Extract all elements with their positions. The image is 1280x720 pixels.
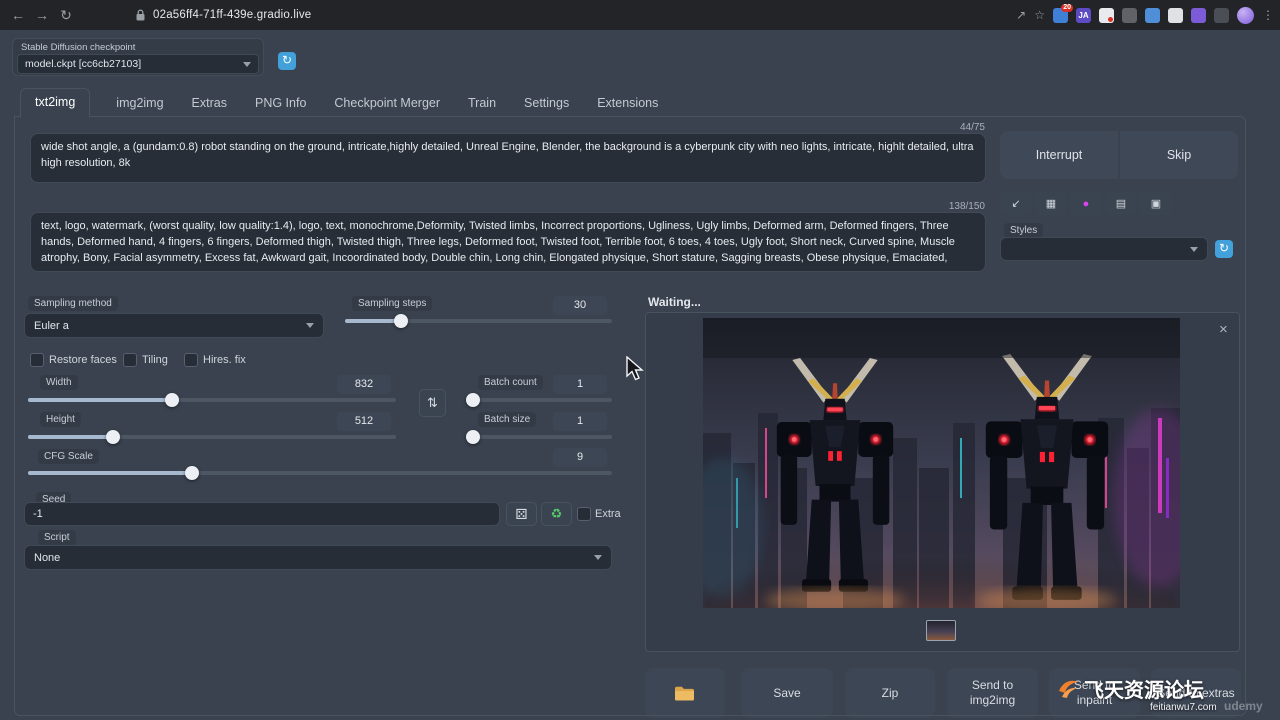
share-icon[interactable]: ↗ <box>1016 8 1026 22</box>
bookmark-star-icon[interactable]: ☆ <box>1034 8 1045 22</box>
ext-white-icon[interactable] <box>1168 8 1183 23</box>
watermark-corner: udemy <box>1224 699 1263 713</box>
ext-translate-icon[interactable]: 20 <box>1053 8 1068 23</box>
txt2img-panel <box>14 116 1246 716</box>
refresh-icon[interactable]: ↻ <box>54 7 78 24</box>
profile-avatar[interactable] <box>1237 7 1254 24</box>
back-icon[interactable]: ← <box>6 7 30 23</box>
checkpoint-dropdown[interactable]: model.ckpt [cc6cb27103] <box>17 54 259 74</box>
watermark-logo-icon <box>1056 677 1080 701</box>
forward-icon[interactable]: → <box>30 7 54 23</box>
tab-extensions[interactable]: Extensions <box>595 90 660 117</box>
browser-bar: ← → ↻ 02a56ff4-71ff-439e.gradio.live ↗ ☆… <box>0 0 1280 30</box>
watermark-domain: feitianwu7.com <box>1150 702 1217 713</box>
ext-notes-icon[interactable] <box>1099 8 1114 23</box>
tab-png-info[interactable]: PNG Info <box>253 90 308 117</box>
url-text[interactable]: 02a56ff4-71ff-439e.gradio.live <box>153 9 311 21</box>
ext-blue-icon[interactable] <box>1145 8 1160 23</box>
ext-gray-icon[interactable] <box>1122 8 1137 23</box>
tab-checkpoint-merger[interactable]: Checkpoint Merger <box>332 90 442 117</box>
lock-icon <box>136 9 145 21</box>
chevron-down-icon <box>243 62 251 67</box>
ext-ja-icon[interactable]: JA <box>1076 8 1091 23</box>
menu-kebab-icon[interactable]: ⋮ <box>1262 8 1274 22</box>
tab-txt2img[interactable]: txt2img <box>20 88 90 118</box>
watermark-title: 飞天资源论坛 <box>1084 674 1204 703</box>
ext-purple-icon[interactable] <box>1191 8 1206 23</box>
tab-train[interactable]: Train <box>466 90 498 117</box>
checkpoint-block: Stable Diffusion checkpoint model.ckpt [… <box>12 38 264 76</box>
ext-dark-icon[interactable] <box>1214 8 1229 23</box>
browser-extensions: 20 JA <box>1053 8 1229 23</box>
checkpoint-value: model.ckpt [cc6cb27103] <box>25 58 141 70</box>
tab-settings[interactable]: Settings <box>522 90 571 117</box>
tab-img2img[interactable]: img2img <box>114 90 165 117</box>
tab-bar: txt2img img2img Extras PNG Info Checkpoint M… <box>20 90 660 117</box>
watermark: 飞天资源论坛 <box>1056 674 1204 703</box>
tab-extras[interactable]: Extras <box>190 90 229 117</box>
checkpoint-refresh-button[interactable]: ↻ <box>278 52 296 70</box>
checkpoint-label: Stable Diffusion checkpoint <box>13 39 263 54</box>
